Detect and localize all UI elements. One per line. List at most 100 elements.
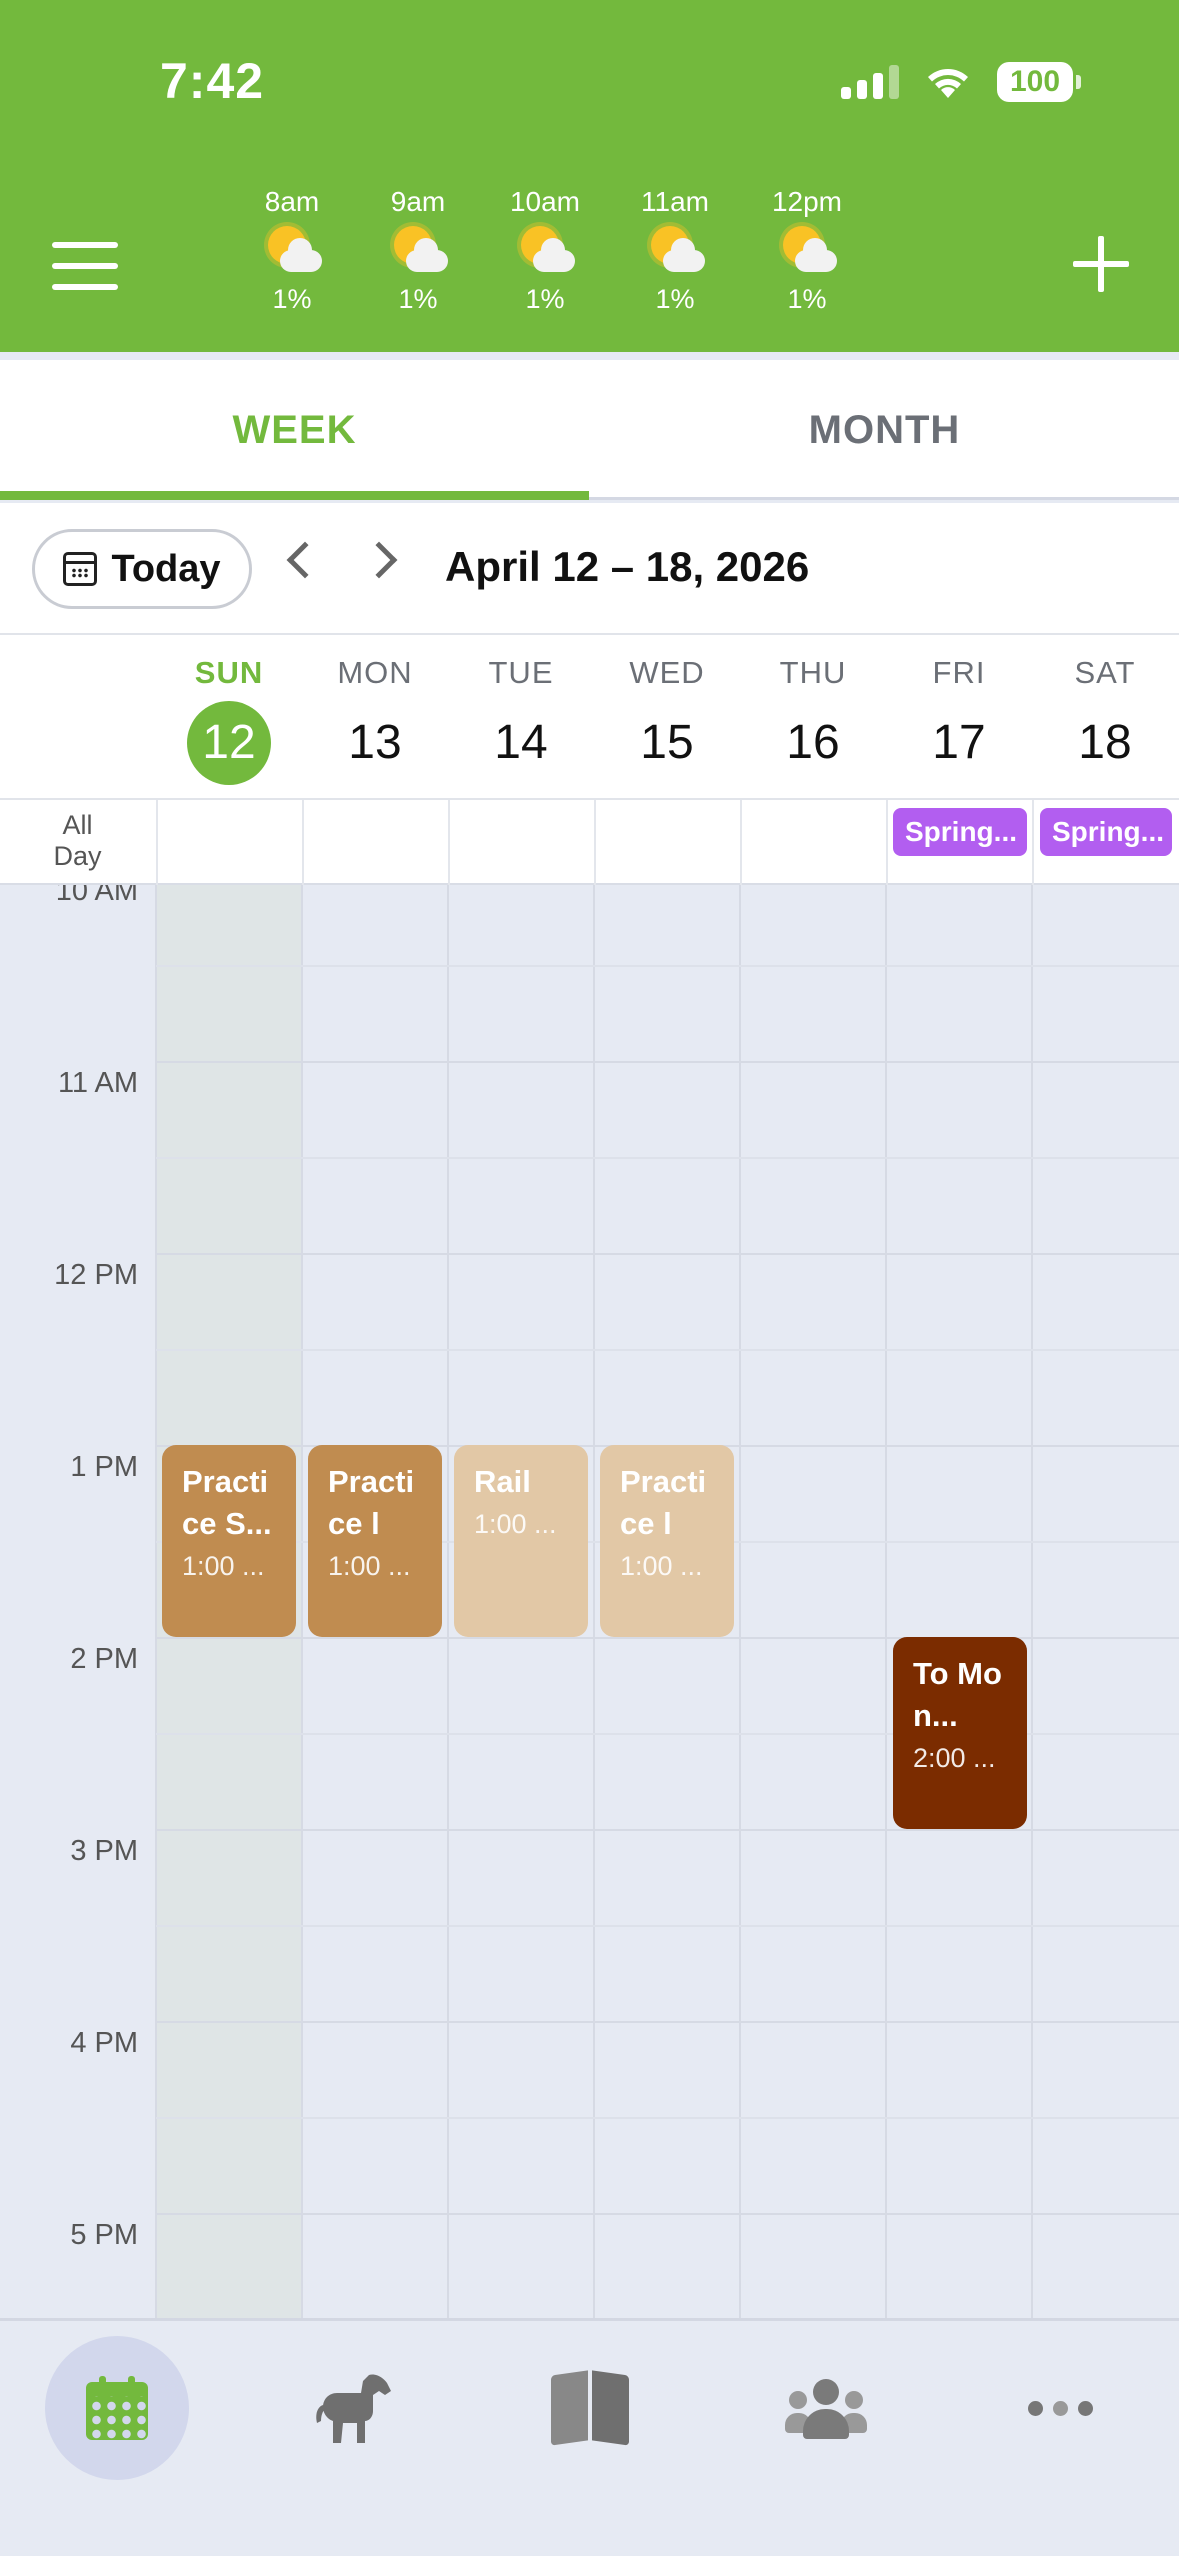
tab-month[interactable]: MONTH bbox=[590, 360, 1179, 500]
day-name: FRI bbox=[932, 655, 986, 690]
partly-sunny-icon bbox=[260, 224, 324, 280]
day-name: SAT bbox=[1074, 655, 1136, 690]
event-title: Practi ce S... bbox=[182, 1464, 272, 1541]
weather-precip: 1% bbox=[787, 284, 827, 314]
weather-hour: 9am bbox=[390, 186, 446, 217]
partly-sunny-icon bbox=[643, 224, 707, 280]
weather-slot: 9am 1% bbox=[358, 186, 478, 315]
time-label: 10 AM bbox=[55, 885, 138, 907]
time-label: 2 PM bbox=[70, 1643, 138, 1675]
calendar-event[interactable]: Practi ce S... 1:00 ... bbox=[162, 1445, 296, 1637]
all-day-cell[interactable] bbox=[156, 800, 302, 885]
event-time: 2:00 ... bbox=[913, 1743, 996, 1773]
event-title: Rail bbox=[474, 1464, 531, 1499]
weather-slot: 11am 1% bbox=[615, 186, 735, 315]
calendar-event[interactable]: To Mon... 2:00 ... bbox=[893, 1637, 1027, 1829]
battery-level: 100 bbox=[997, 62, 1073, 102]
all-day-event[interactable]: Spring... bbox=[893, 808, 1027, 856]
day-name: THU bbox=[779, 655, 847, 690]
tab-active-indicator bbox=[0, 491, 589, 500]
all-day-row: All Day Spring... Spring... bbox=[0, 800, 1179, 885]
today-label: Today bbox=[111, 547, 221, 590]
weather-slot: 8am 1% bbox=[232, 186, 352, 315]
hamburger-menu-icon[interactable] bbox=[52, 242, 118, 290]
event-title: Practi ce le... bbox=[620, 1464, 707, 1541]
day-column-header[interactable]: SAT 18 bbox=[1032, 635, 1178, 800]
day-name: WED bbox=[629, 655, 705, 690]
calendar-event[interactable]: Rail 1:00 ... bbox=[454, 1445, 588, 1637]
all-day-cell[interactable] bbox=[594, 800, 740, 885]
day-column-header[interactable]: TUE 14 bbox=[448, 635, 594, 800]
weather-precip: 1% bbox=[398, 284, 438, 314]
day-number: 12 bbox=[187, 701, 271, 785]
book-icon bbox=[551, 2370, 629, 2446]
all-day-event[interactable]: Spring... bbox=[1040, 808, 1172, 856]
all-day-label-line: Day bbox=[53, 841, 102, 871]
day-name: TUE bbox=[488, 655, 554, 690]
date-range-label: April 12 – 18, 2026 bbox=[445, 543, 810, 590]
nav-people[interactable] bbox=[754, 2336, 898, 2480]
weather-hour: 12pm bbox=[771, 186, 843, 217]
add-event-icon[interactable] bbox=[1073, 236, 1129, 292]
weather-hour: 10am bbox=[509, 186, 581, 217]
event-time: 1:00 ... bbox=[328, 1551, 411, 1581]
nav-calendar[interactable] bbox=[45, 2336, 189, 2480]
time-label: 4 PM bbox=[70, 2027, 138, 2059]
date-toolbar: Today April 12 – 18, 2026 bbox=[0, 503, 1179, 635]
chevron-left-icon[interactable] bbox=[286, 541, 324, 579]
all-day-cell[interactable] bbox=[302, 800, 448, 885]
tab-week[interactable]: WEEK bbox=[0, 360, 589, 500]
partly-sunny-icon bbox=[386, 224, 450, 280]
time-label: 11 AM bbox=[57, 1067, 138, 1099]
time-label: 12 PM bbox=[54, 1259, 138, 1291]
today-button[interactable]: Today bbox=[32, 529, 252, 609]
day-column-header[interactable]: SUN 12 bbox=[156, 635, 302, 800]
day-number: 15 bbox=[640, 716, 694, 769]
view-tabs: WEEK MONTH bbox=[0, 360, 1179, 500]
day-number: 14 bbox=[494, 716, 548, 769]
battery-icon: 100 bbox=[997, 62, 1081, 102]
day-name: MON bbox=[337, 655, 413, 690]
bottom-navigation bbox=[0, 2318, 1179, 2556]
weather-slot: 10am 1% bbox=[485, 186, 605, 315]
app-header: 7:42 100 8am 1% 9am 1% 10am 1% 11am 1% 1… bbox=[0, 0, 1179, 352]
time-label: 1 PM bbox=[70, 1451, 138, 1483]
event-title: To Mon... bbox=[913, 1656, 1002, 1733]
weather-hour: 11am bbox=[641, 186, 709, 217]
event-time: 1:00 ... bbox=[182, 1551, 265, 1581]
event-time: 1:00 ... bbox=[474, 1509, 557, 1539]
day-column-header[interactable]: THU 16 bbox=[740, 635, 886, 800]
time-label: 5 PM bbox=[70, 2219, 138, 2251]
nav-more[interactable] bbox=[988, 2336, 1132, 2480]
cellular-signal-icon bbox=[841, 65, 899, 99]
partly-sunny-icon bbox=[775, 224, 839, 280]
weather-slot: 12pm 1% bbox=[747, 186, 867, 315]
day-number: 17 bbox=[932, 716, 986, 769]
all-day-cell[interactable] bbox=[740, 800, 886, 885]
all-day-label-line: All bbox=[62, 810, 93, 840]
more-dots-icon bbox=[1027, 2400, 1093, 2416]
nav-journal[interactable] bbox=[518, 2336, 662, 2480]
people-icon bbox=[785, 2377, 867, 2439]
calendar-event[interactable]: Practi ce lo... 1:00 ... bbox=[308, 1445, 442, 1637]
day-column-header[interactable]: WED 15 bbox=[594, 635, 740, 800]
week-day-header: SUN 12 MON 13 TUE 14 WED 15 THU 16 FRI 1… bbox=[0, 635, 1179, 800]
day-number: 16 bbox=[786, 716, 840, 769]
event-title: Practi ce lo... bbox=[328, 1464, 415, 1541]
status-icons: 100 bbox=[841, 62, 1081, 102]
horse-icon bbox=[316, 2374, 391, 2443]
day-column-header[interactable]: MON 13 bbox=[302, 635, 448, 800]
weather-precip: 1% bbox=[272, 284, 312, 314]
nav-horses[interactable] bbox=[281, 2336, 425, 2480]
day-name: SUN bbox=[194, 655, 264, 690]
all-day-cell[interactable] bbox=[448, 800, 594, 885]
partly-sunny-icon bbox=[513, 224, 577, 280]
weather-hour: 8am bbox=[264, 186, 320, 217]
day-column-header[interactable]: FRI 17 bbox=[886, 635, 1032, 800]
chevron-right-icon[interactable] bbox=[360, 541, 398, 579]
day-number: 13 bbox=[348, 716, 402, 769]
day-number: 18 bbox=[1078, 716, 1132, 769]
week-time-grid[interactable]: 10 AM 11 AM 12 PM 1 PM 2 PM 3 PM 4 PM 5 … bbox=[0, 885, 1179, 2318]
calendar-event[interactable]: Practi ce le... 1:00 ... bbox=[600, 1445, 734, 1637]
weather-precip: 1% bbox=[655, 284, 695, 314]
